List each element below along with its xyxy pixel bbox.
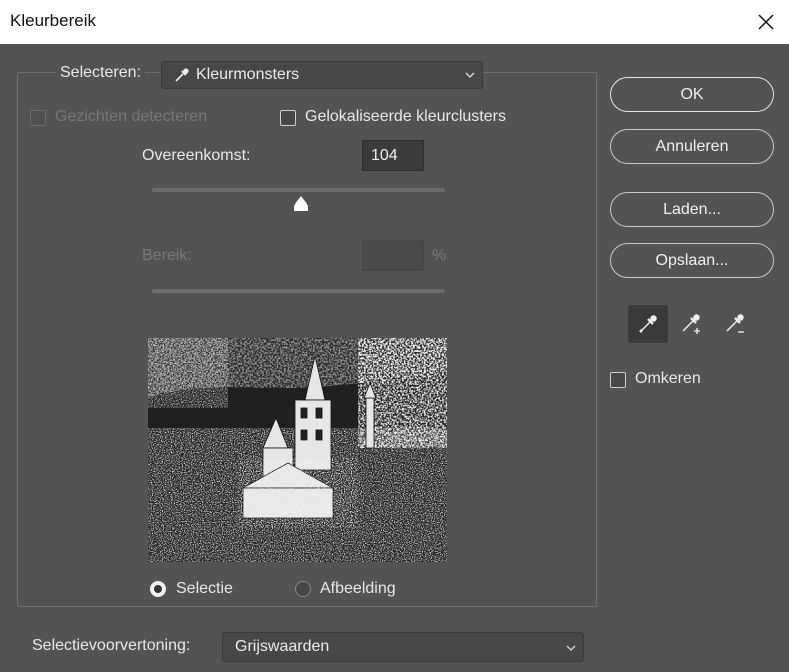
selection-preview-image[interactable] <box>148 338 447 562</box>
select-value: Kleurmonsters <box>196 66 300 83</box>
localized-clusters-label: Gelokaliseerde kleurclusters <box>305 108 506 125</box>
eyedropper-subtract-tool[interactable] <box>716 305 756 343</box>
detect-faces-checkbox[interactable] <box>30 110 46 126</box>
eyedropper-add-tool[interactable] <box>672 305 712 343</box>
close-button[interactable] <box>743 0 789 44</box>
selection-preview-value: Grijswaarden <box>235 638 330 655</box>
window-title: Kleurbereik <box>10 11 96 30</box>
select-label: Selecteren: <box>56 64 145 82</box>
eyedropper-icon <box>175 68 189 82</box>
save-button[interactable]: Opslaan... <box>610 243 774 278</box>
eyedropper-minus-icon <box>726 314 744 333</box>
selection-radio-label: Selectie <box>176 580 233 597</box>
ok-button[interactable]: OK <box>610 77 774 112</box>
selection-radio[interactable] <box>150 581 166 597</box>
eyedropper-tool[interactable] <box>628 305 668 343</box>
fuzziness-label: Overeenkomst: <box>142 147 251 164</box>
preview-canvas <box>148 338 447 562</box>
range-label: Bereik: <box>142 247 192 264</box>
range-input[interactable] <box>362 240 424 271</box>
close-icon <box>758 14 774 30</box>
invert-label: Omkeren <box>635 370 701 387</box>
invert-checkbox[interactable] <box>610 372 626 388</box>
image-radio-label: Afbeelding <box>320 580 396 597</box>
chevron-down-icon <box>566 645 576 651</box>
title-bar: Kleurbereik <box>0 0 789 44</box>
fuzziness-slider-thumb[interactable] <box>293 195 309 212</box>
range-unit: % <box>432 247 447 264</box>
image-radio[interactable] <box>295 581 311 597</box>
selection-preview-dropdown[interactable]: Grijswaarden <box>222 632 584 662</box>
fuzziness-slider-track[interactable] <box>152 188 445 192</box>
localized-clusters-checkbox[interactable] <box>280 110 296 126</box>
selection-preview-label: Selectievoorvertoning: <box>32 637 191 654</box>
load-button[interactable]: Laden... <box>610 192 774 227</box>
select-dropdown[interactable]: Kleurmonsters <box>161 61 483 89</box>
chevron-down-icon <box>465 72 475 78</box>
detect-faces-label: Gezichten detecteren <box>55 108 208 125</box>
eyedropper-plus-icon <box>682 314 700 334</box>
cancel-button[interactable]: Annuleren <box>610 129 774 164</box>
range-slider-track[interactable] <box>152 289 445 293</box>
eyedropper-icon <box>639 315 657 333</box>
fuzziness-input[interactable]: 104 <box>362 140 424 171</box>
